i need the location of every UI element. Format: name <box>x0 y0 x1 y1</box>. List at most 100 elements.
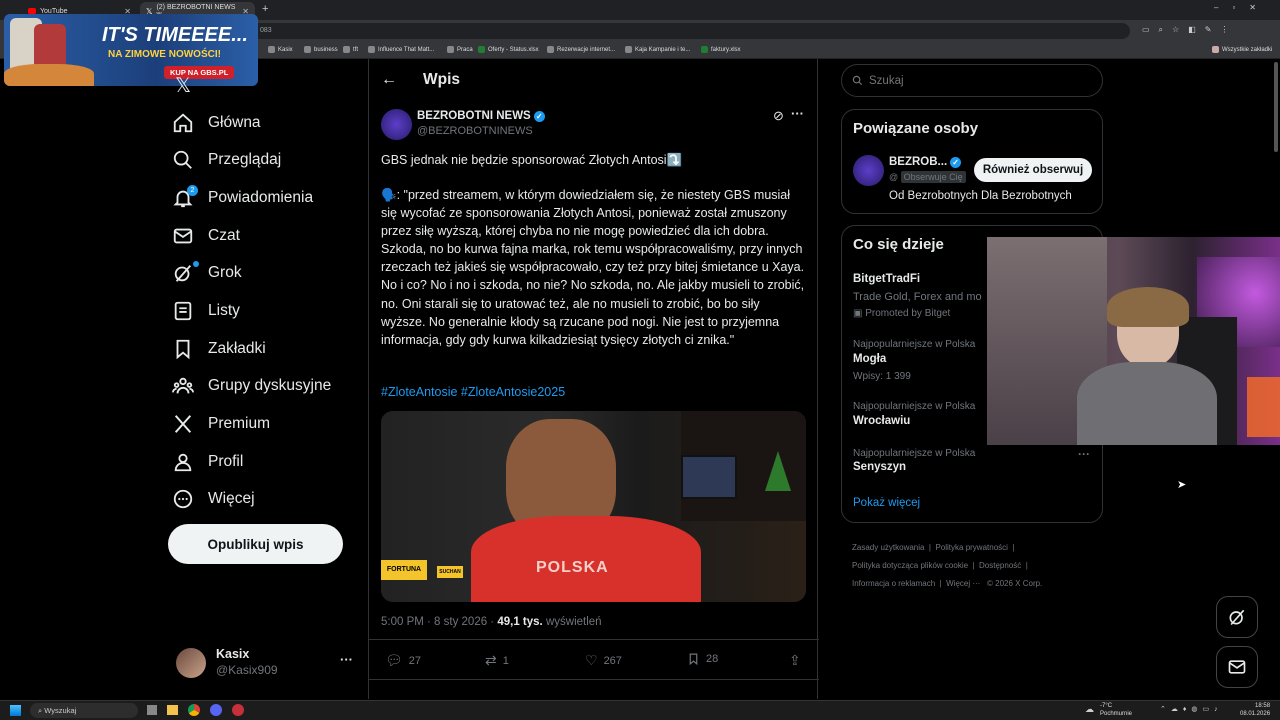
author-handle[interactable]: @BEZROBOTNINEWS <box>417 125 533 137</box>
nav-grok[interactable]: Grok <box>172 258 242 288</box>
new-tab-button[interactable]: + <box>262 3 268 15</box>
task-view-icon[interactable] <box>147 705 157 715</box>
divider <box>369 679 819 680</box>
list-icon <box>174 301 192 321</box>
bookmark[interactable]: business <box>304 46 338 53</box>
back-arrow-icon[interactable]: ← <box>381 71 397 89</box>
x-logo-icon[interactable]: 𝕏 <box>175 73 191 98</box>
account-name: Kasix <box>216 647 250 661</box>
nav-label: Premium <box>208 415 271 432</box>
nav-communities[interactable]: Grupy dyskusyjne <box>172 371 331 401</box>
nav-home[interactable]: Główna <box>172 108 261 138</box>
ad-headline: IT'S TIMEEEE... <box>102 24 248 46</box>
bookmark[interactable]: Kaja Kampanie i te... <box>625 46 690 53</box>
search-input[interactable] <box>869 74 1069 87</box>
search-icon <box>173 150 192 169</box>
nav-label: Zakładki <box>208 340 266 357</box>
grok-dot-badge <box>193 261 199 267</box>
bookmark-button[interactable]: 28 <box>687 652 718 666</box>
grok-icon <box>1229 609 1245 626</box>
bookmark[interactable]: Rezerwacje internet... <box>547 46 615 53</box>
repost-icon: ⇄ <box>485 652 497 668</box>
all-bookmarks[interactable]: Wszystkie zakładki <box>1212 46 1272 53</box>
app-icon[interactable] <box>232 704 244 716</box>
nav-label: Grupy dyskusyjne <box>208 377 332 394</box>
home-icon <box>173 113 193 133</box>
promoted-label: ▣ Promoted by Bitget <box>853 308 951 319</box>
picture-frame <box>681 455 737 499</box>
communities-icon <box>172 377 194 394</box>
trend-name[interactable]: Mogła <box>853 353 886 365</box>
publish-button[interactable]: Opublikuj wpis <box>168 524 343 564</box>
nav-label: Czat <box>208 227 240 244</box>
taskbar-search[interactable]: ⌕ Wyszukaj <box>30 703 138 718</box>
system-tray-icons[interactable]: ⌃☁♦◍▭♪ <box>1160 705 1223 713</box>
nav-lists[interactable]: Listy <box>172 296 240 326</box>
more-dots-icon[interactable]: ··· <box>1078 447 1090 461</box>
bookmark[interactable]: Influence That Matt... <box>368 46 434 53</box>
nav-premium[interactable]: Premium <box>172 409 270 439</box>
nav-more[interactable]: Więcej <box>172 484 255 514</box>
footer-link[interactable]: Dostępność <box>979 561 1021 570</box>
clock[interactable]: 18:58 08.01.2026 <box>1240 702 1270 718</box>
post-column: ← Wpis BEZROBOTNI NEWS ✓ @BEZROBOTNINEWS… <box>368 59 819 699</box>
author-name[interactable]: BEZROBOTNI NEWS ✓ <box>417 110 545 122</box>
grok-icon <box>174 265 192 282</box>
share-icon[interactable]: ⇪ <box>789 652 801 669</box>
chrome-icon[interactable] <box>188 704 200 716</box>
post-video[interactable]: POLSKA FORTUNA SUCHAN <box>381 411 806 602</box>
bookmark[interactable]: Kasix <box>268 46 293 53</box>
trend-count: Wpisy: 1 399 <box>853 371 911 382</box>
repost-button[interactable]: ⇄ 1 <box>485 652 509 669</box>
search-box[interactable] <box>841 64 1103 97</box>
trend-name[interactable]: Senyszyn <box>853 461 906 473</box>
footer-link[interactable]: Więcej ··· <box>946 579 980 588</box>
more-dots-icon[interactable]: ··· <box>791 106 804 121</box>
post-hashtags[interactable]: #ZloteAntosie #ZloteAntosie2025 <box>381 385 565 399</box>
post-meta: 5:00 PM · 8 sty 2026 · 49,1 tys. wyświet… <box>381 616 602 628</box>
nav-explore[interactable]: Przeglądaj <box>172 145 281 175</box>
reply-icon: 💬︎ <box>385 652 403 668</box>
bookmark[interactable]: tft <box>343 46 358 53</box>
window-controls[interactable]: –▫✕ <box>1214 3 1270 12</box>
scrollbar-thumb[interactable] <box>1274 62 1278 152</box>
nav-label: Więcej <box>208 490 255 507</box>
nav-label: Przeglądaj <box>208 151 282 168</box>
follow-back-button[interactable]: Również obserwuj <box>974 158 1092 182</box>
related-people-card: Powiązane osoby BEZROB... ✓ @ Obserwuje … <box>841 109 1103 214</box>
trend-name[interactable]: Wrocławiu <box>853 415 910 427</box>
bookmark[interactable]: Praca <box>447 46 473 53</box>
footer-link[interactable]: Polityka prywatności <box>935 543 1007 552</box>
footer-link[interactable]: Informacja o reklamach <box>852 579 935 588</box>
nav-chat[interactable]: Czat <box>172 221 240 251</box>
url-field[interactable]: 083 <box>250 23 1130 39</box>
footer-link[interactable]: Polityka dotycząca plików cookie <box>852 561 968 570</box>
heart-icon: ♡ <box>585 652 598 668</box>
toolbar-icons[interactable]: ▭⌕☆◧✎⋮ <box>1142 25 1237 35</box>
promo-name[interactable]: BitgetTradFi <box>853 273 920 285</box>
nav-profile[interactable]: Profil <box>172 447 243 477</box>
windows-start-icon[interactable] <box>10 705 21 716</box>
account-switcher[interactable]: Kasix @Kasix909 ··· <box>176 646 356 680</box>
show-more-link[interactable]: Pokaż więcej <box>853 497 920 509</box>
nav-label: Powiadomienia <box>208 189 314 206</box>
messages-float-button[interactable] <box>1216 646 1258 688</box>
file-explorer-icon[interactable] <box>167 705 178 715</box>
follows-you-row: @ Obserwuje Cię <box>889 171 966 183</box>
nav-bookmarks[interactable]: Zakładki <box>172 334 266 364</box>
like-button[interactable]: ♡ 267 <box>585 652 622 669</box>
discord-icon[interactable] <box>210 704 222 716</box>
grok-float-button[interactable] <box>1216 596 1258 638</box>
author-avatar[interactable] <box>381 109 412 140</box>
footer-link[interactable]: Zasady użytkowania <box>852 543 924 552</box>
nav-label: Główna <box>208 114 261 131</box>
footer-links: Zasady użytkowania | Polityka prywatnośc… <box>852 543 1043 588</box>
avatar[interactable] <box>853 155 884 186</box>
bookmark[interactable]: Oferty - Status.xlsx <box>478 46 539 53</box>
bookmark[interactable]: faktury.xlsx <box>701 46 741 53</box>
weather-widget[interactable]: -7°C Pochmurnie <box>1100 702 1132 718</box>
grok-icon[interactable]: ⊘ <box>773 108 784 124</box>
related-name[interactable]: BEZROB... ✓ <box>889 156 962 168</box>
reply-button[interactable]: 💬︎ 27 <box>385 652 421 669</box>
ad-subline: NA ZIMOWE NOWOŚCI! <box>108 49 221 60</box>
